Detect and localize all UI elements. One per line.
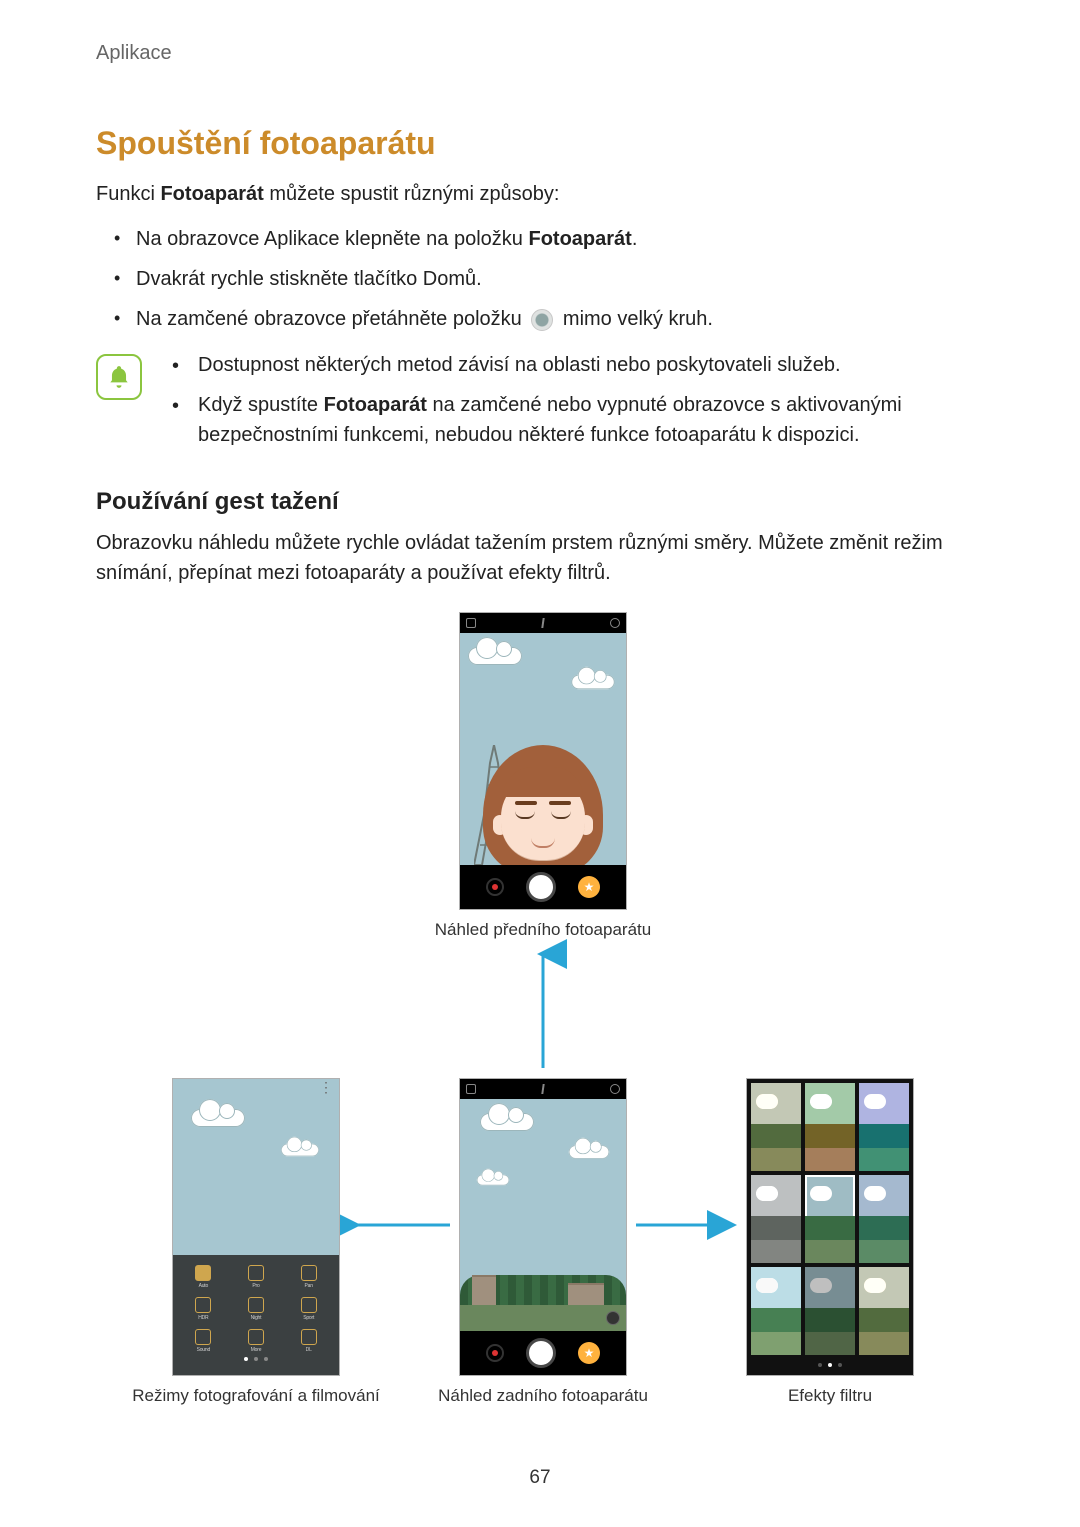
camera-drag-icon [531, 309, 553, 331]
compass-icon [606, 1311, 620, 1325]
phone-bottombar: ★ [460, 865, 626, 909]
mode-icon [301, 1265, 317, 1281]
viewport-filters [747, 1079, 913, 1375]
flash-icon [541, 1084, 544, 1094]
mode-icon [195, 1297, 211, 1313]
launch-methods-list: Na obrazovce Aplikace klepněte na položk… [96, 224, 990, 334]
more-icon: ⋮ [319, 1082, 333, 1094]
arrow-right-icon [634, 1215, 740, 1241]
list-item: Dvakrát rychle stiskněte tlačítko Domů. [136, 264, 990, 294]
caption-front: Náhled předního fotoaparátu [435, 920, 651, 940]
page-title: Spouštění fotoaparátu [96, 125, 990, 162]
mode-icon [248, 1297, 264, 1313]
ratio-icon [466, 618, 476, 628]
arrow-up-icon [533, 950, 553, 1076]
phone-front-preview: ★ [459, 612, 627, 910]
bell-icon [96, 354, 142, 400]
phone-modes: ⋮ Auto Pro Pan HDR Night Sport Sound Mor… [172, 1078, 340, 1376]
list-item: Na zamčené obrazovce přetáhněte položku … [136, 304, 990, 334]
mode-icon [301, 1297, 317, 1313]
effects-icon: ★ [578, 876, 600, 898]
mode-icon [248, 1329, 264, 1345]
shutter-icon [526, 872, 556, 902]
record-icon [486, 1344, 504, 1362]
gear-icon [610, 1084, 620, 1094]
list-item: Na obrazovce Aplikace klepněte na položk… [136, 224, 990, 254]
note-block: Dostupnost některých metod závisí na obl… [96, 350, 990, 460]
record-icon [486, 878, 504, 896]
mode-icon [195, 1265, 211, 1281]
caption-filters: Efekty filtru [788, 1386, 872, 1406]
intro-sentence: Funkci Fotoaparát můžete spustit různými… [96, 180, 990, 208]
viewport-modes: ⋮ Auto Pro Pan HDR Night Sport Sound Mor… [173, 1079, 339, 1375]
body-paragraph: Obrazovku náhledu můžete rychle ovládat … [96, 528, 990, 588]
ratio-icon [466, 1084, 476, 1094]
subheading: Používání gest tažení [96, 488, 990, 516]
gesture-diagram: ★ Náhled předního fotoaparátu ★ [96, 612, 990, 1402]
effects-icon: ★ [578, 1342, 600, 1364]
note-list: Dostupnost některých metod závisí na obl… [172, 350, 990, 460]
phone-topbar [460, 613, 626, 633]
section-header: Aplikace [96, 42, 990, 65]
viewport-rear [460, 1099, 626, 1331]
mode-grid: Auto Pro Pan HDR Night Sport Sound More … [173, 1255, 339, 1375]
caption-modes: Režimy fotografování a filmování [132, 1386, 380, 1406]
caption-rear: Náhled zadního fotoaparátu [438, 1386, 648, 1406]
selfie-illustration [483, 745, 603, 865]
viewport-front [460, 633, 626, 865]
page-number: 67 [529, 1467, 550, 1489]
mode-icon [248, 1265, 264, 1281]
phone-bottombar: ★ [460, 1331, 626, 1375]
mode-icon [301, 1329, 317, 1345]
list-item: Když spustíte Fotoaparát na zamčené nebo… [172, 390, 990, 450]
phone-topbar [460, 1079, 626, 1099]
flash-icon [541, 618, 544, 628]
gear-icon [610, 618, 620, 628]
phone-filters [746, 1078, 914, 1376]
list-item: Dostupnost některých metod závisí na obl… [172, 350, 990, 380]
shutter-icon [526, 1338, 556, 1368]
arrow-left-icon [346, 1215, 452, 1241]
mode-icon [195, 1329, 211, 1345]
phone-rear-preview: ★ [459, 1078, 627, 1376]
